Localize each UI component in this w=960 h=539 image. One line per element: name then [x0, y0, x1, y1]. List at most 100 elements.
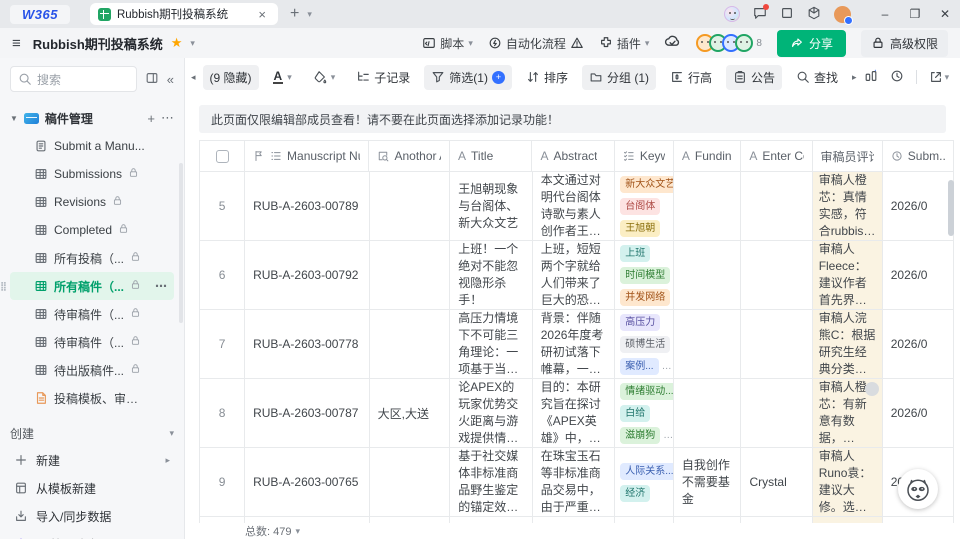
manuscript-number-cell[interactable]: RUB-A-2603-00765 — [245, 448, 370, 517]
sidebar-item[interactable]: Revisions — [10, 188, 174, 216]
search-input[interactable]: 搜索 — [10, 66, 137, 92]
funding-cell[interactable] — [674, 310, 742, 379]
advanced-permission-button[interactable]: 高级权限 — [861, 30, 948, 57]
funding-cell[interactable]: 自我创作不需要基金 — [674, 448, 742, 517]
count-chevron-icon[interactable]: ▾ — [295, 526, 300, 537]
row-number-cell[interactable]: 7 — [199, 310, 245, 379]
hidden-fields-button[interactable]: (9 隐藏) — [203, 65, 259, 90]
keywords-cell[interactable]: 新大众文艺台阁体王旭朝 — [615, 172, 674, 241]
new-tab-button[interactable]: + — [286, 5, 303, 23]
tab-list-chevron-icon[interactable]: ▾ — [303, 9, 316, 20]
column-header-review[interactable]: 审稿员评论 — [813, 140, 883, 172]
row-number-cell[interactable]: 9 — [199, 448, 245, 517]
sidebar-item[interactable]: Submit a Manu... — [10, 132, 174, 160]
more-icon[interactable]: ⋯ — [155, 279, 168, 293]
submit-date-cell[interactable]: 2026/0 — [883, 379, 954, 448]
toolbar-scroll-left-icon[interactable]: ◂ — [191, 72, 196, 83]
another-author-cell[interactable] — [370, 448, 451, 517]
menu-icon[interactable]: ≡ — [12, 35, 21, 52]
more-icon[interactable]: ⋯ — [161, 110, 174, 126]
reviewer-comment-cell[interactable]: 审稿人Fleece：建议作者首先界定工作的范围，... — [813, 241, 883, 310]
script-button[interactable]: 脚本▾ — [422, 35, 473, 52]
enter-co-cell[interactable] — [741, 310, 812, 379]
keywords-cell[interactable]: 上班时间模型并发网络 — [615, 241, 674, 310]
close-button[interactable]: ✕ — [930, 7, 960, 21]
sidebar-scrollbar[interactable] — [179, 163, 183, 323]
keywords-cell[interactable]: 高压力硕博生活案例...… — [615, 310, 674, 379]
sidebar-item[interactable]: Completed — [10, 216, 174, 244]
column-header-date[interactable]: Subm... — [883, 140, 954, 172]
collaborator-avatars[interactable]: 8 — [696, 34, 762, 52]
expand-record-icon[interactable] — [865, 382, 879, 396]
abstract-cell[interactable]: 在珠宝玉石等非标准商品交易中，由于严重的... — [533, 448, 615, 517]
sidebar-item[interactable]: 投稿模板、审稿要求 — [10, 384, 174, 412]
sub-record-button[interactable]: 子记录 — [349, 65, 417, 90]
enter-co-cell[interactable] — [741, 241, 812, 310]
reviewer-comment-cell[interactable]: 审稿人橙芯：有新意有数据，accept 浣熊C：... — [813, 379, 883, 448]
another-author-cell[interactable] — [370, 172, 451, 241]
funding-cell[interactable] — [674, 241, 742, 310]
title-chevron-icon[interactable]: ▾ — [190, 38, 195, 49]
stats-icon[interactable] — [864, 69, 878, 86]
submit-date-cell[interactable]: 2026/0 — [883, 310, 954, 379]
widgets-icon[interactable] — [807, 6, 821, 23]
row-number-cell[interactable]: 8 — [199, 379, 245, 448]
funding-cell[interactable] — [674, 379, 742, 448]
fill-color-button[interactable]: ▾ — [306, 66, 343, 88]
cloud-sync-icon[interactable] — [664, 33, 681, 53]
column-header-funding[interactable]: AFunding... — [674, 140, 741, 172]
abstract-cell[interactable]: 本文通过对明代台阁体诗歌与素人创作者王旭... — [533, 172, 615, 241]
sidebar-item[interactable]: 所有投稿（... — [10, 244, 174, 272]
create-section-header[interactable]: 创建▾ — [10, 420, 174, 446]
another-author-cell[interactable]: 大区,大送 — [370, 379, 451, 448]
automation-button[interactable]: 自动化流程 — [488, 35, 584, 52]
minimize-button[interactable]: – — [870, 7, 900, 21]
ai-assistant-icon[interactable] — [724, 6, 740, 22]
document-tab[interactable]: Rubbish期刊投稿系统 × — [90, 3, 278, 25]
sort-button[interactable]: 排序 — [519, 65, 575, 90]
share-button[interactable]: 分享 — [777, 30, 846, 57]
another-author-cell[interactable] — [370, 241, 451, 310]
manuscript-number-cell[interactable]: RUB-A-2603-00778 — [245, 310, 370, 379]
enter-co-cell[interactable] — [741, 379, 812, 448]
submit-date-cell[interactable]: 2026/0 — [883, 172, 954, 241]
title-cell[interactable]: 论APEX的玩家优势交火距离与游戏提供情绪价值的... — [450, 379, 532, 448]
collapse-sidebar-icon[interactable]: « — [167, 72, 174, 87]
history-icon[interactable] — [890, 69, 904, 86]
account-avatar[interactable] — [834, 6, 851, 23]
column-header-title[interactable]: ATitle — [450, 140, 532, 172]
add-icon[interactable]: + — [147, 111, 155, 126]
abstract-cell[interactable]: 上班，短短两个字就给人们带来了巨大的恐慌... — [533, 241, 615, 310]
manuscript-number-cell[interactable]: RUB-A-2603-00787 — [245, 379, 370, 448]
sidebar-create-item[interactable]: 从模板新建 — [10, 474, 174, 502]
enter-co-cell[interactable] — [741, 172, 812, 241]
favorite-star-icon[interactable]: ★ — [171, 35, 183, 51]
panel-icon[interactable] — [145, 71, 159, 88]
manuscript-number-cell[interactable]: RUB-A-2603-00789 — [245, 172, 370, 241]
toolbar-scroll-right-icon[interactable]: ▸ — [852, 72, 857, 83]
abstract-cell[interactable]: 目的：本研究旨在探讨《APEX英雄》中，玩家... — [533, 379, 615, 448]
plugin-button[interactable]: 插件▾ — [599, 35, 650, 52]
title-cell[interactable]: 高压力情境下不可能三角理论：一项基于当代硕博生... — [450, 310, 532, 379]
messages-icon[interactable] — [753, 6, 767, 23]
column-header-manuscript[interactable]: Manuscript Num... — [245, 140, 369, 172]
drag-handle-icon[interactable]: ⣿ — [0, 281, 6, 292]
reviewer-comment-cell[interactable]: 审稿人Runo袁：建议大修。选题有一定原创性... — [813, 448, 883, 517]
another-author-cell[interactable] — [370, 310, 451, 379]
find-button[interactable]: 查找 — [789, 65, 845, 90]
title-cell[interactable]: 王旭朝现象与台阁体、新大众文艺 — [450, 172, 532, 241]
sidebar-create-item[interactable]: 导入/同步数据 — [10, 502, 174, 530]
submit-date-cell[interactable]: 2026/0 — [883, 241, 954, 310]
sidebar-item[interactable]: 待出版稿件... — [10, 356, 174, 384]
sidebar-create-item[interactable]: 新建▸ — [10, 446, 174, 474]
filter-button[interactable]: 筛选(1) + — [424, 65, 512, 90]
column-header-keywords[interactable]: Keywords — [615, 140, 674, 172]
screenshot-icon[interactable] — [780, 6, 794, 23]
sidebar-folder-manuscripts[interactable]: ▼ 稿件管理 + ⋯ — [10, 104, 174, 132]
manuscript-number-cell[interactable]: RUB-A-2603-00792 — [245, 241, 370, 310]
sidebar-item[interactable]: 待审稿件（... — [10, 328, 174, 356]
reviewer-comment-cell[interactable]: 审稿人浣熊C：根据研究生经典分类理论，研究... — [813, 310, 883, 379]
sidebar-item[interactable]: 待审稿件（... — [10, 300, 174, 328]
keywords-cell[interactable]: 人际关系...经济 — [615, 448, 674, 517]
assistant-mascot[interactable] — [898, 469, 938, 509]
